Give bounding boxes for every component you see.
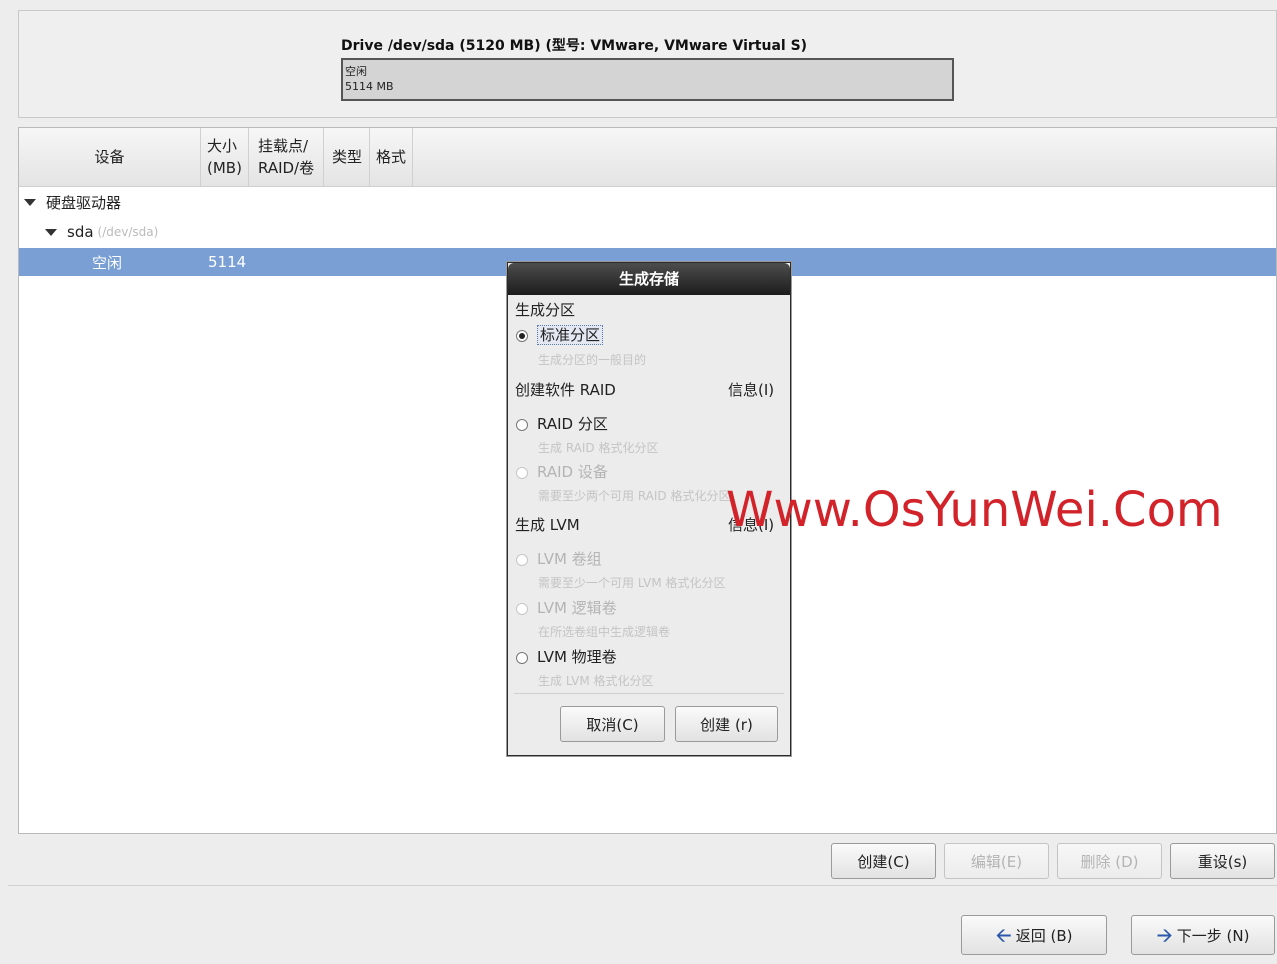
dialog-cancel-button[interactable]: 取消(C) bbox=[560, 706, 665, 742]
edit-button[interactable]: 编辑(E) bbox=[944, 843, 1049, 879]
radio-unselected-icon bbox=[516, 651, 528, 664]
back-button[interactable]: 🡨 返回 (B) bbox=[961, 915, 1107, 955]
drive-title: Drive /dev/sda (5120 MB) (型号: VMware, VM… bbox=[341, 38, 808, 54]
next-button[interactable]: 🡪 下一步 (N) bbox=[1131, 915, 1275, 955]
watermark: Www.OsYunWei.Com bbox=[726, 482, 1223, 538]
section-lvm: 生成 LVM bbox=[515, 516, 580, 534]
drive-bar-size: 5114 MB bbox=[345, 80, 394, 93]
radio-lvm-physical-volume[interactable]: LVM 物理卷 bbox=[516, 646, 617, 667]
arrow-right-icon: 🡪 bbox=[1156, 923, 1173, 947]
radio-disabled-icon bbox=[516, 466, 528, 479]
column-type[interactable]: 类型 bbox=[325, 128, 370, 186]
column-format[interactable]: 格式 bbox=[370, 128, 413, 186]
expander-down-icon[interactable] bbox=[24, 198, 36, 206]
column-mount[interactable]: 挂载点/RAID/卷 bbox=[250, 128, 324, 186]
radio-disabled-icon bbox=[516, 602, 528, 615]
column-device[interactable]: 设备 bbox=[19, 128, 201, 186]
section-create-partition: 生成分区 bbox=[515, 301, 576, 319]
radio-lvm-logical-volume[interactable]: LVM 逻辑卷 bbox=[516, 597, 617, 618]
expander-down-icon[interactable] bbox=[45, 228, 57, 236]
radio-unselected-icon bbox=[516, 418, 528, 431]
radio-disabled-icon bbox=[516, 553, 528, 566]
radio-selected-icon bbox=[516, 329, 528, 342]
delete-button[interactable]: 删除 (D) bbox=[1057, 843, 1162, 879]
arrow-left-icon: 🡨 bbox=[995, 923, 1012, 947]
table-header: 设备 大小 (MB) 挂载点/RAID/卷 类型 格式 bbox=[19, 128, 1276, 187]
divider bbox=[8, 885, 1277, 886]
dialog-create-button[interactable]: 创建 (r) bbox=[675, 706, 778, 742]
radio-raid-device[interactable]: RAID 设备 bbox=[516, 461, 608, 482]
section-software-raid: 创建软件 RAID bbox=[515, 381, 616, 399]
radio-standard-partition[interactable]: 标准分区 bbox=[516, 324, 604, 345]
drive-overview: Drive /dev/sda (5120 MB) (型号: VMware, VM… bbox=[18, 10, 1277, 118]
reset-button[interactable]: 重设(s) bbox=[1170, 843, 1275, 879]
desc-lvm-logical-volume: 在所选卷组中生成逻辑卷 bbox=[538, 625, 671, 639]
desc-lvm-physical-volume: 生成 LVM 格式化分区 bbox=[538, 674, 654, 688]
desc-lvm-volume-group: 需要至少一个可用 LVM 格式化分区 bbox=[538, 576, 726, 590]
dialog-title: 生成存储 bbox=[508, 263, 790, 295]
tree-row-hard-drives[interactable]: 硬盘驱动器 bbox=[19, 188, 1276, 216]
drive-free-space-bar[interactable]: 空闲 5114 MB bbox=[341, 58, 954, 101]
dialog-separator bbox=[514, 693, 784, 694]
radio-lvm-volume-group[interactable]: LVM 卷组 bbox=[516, 548, 602, 569]
column-size[interactable]: 大小 (MB) bbox=[201, 128, 249, 186]
radio-raid-partition[interactable]: RAID 分区 bbox=[516, 413, 608, 434]
desc-raid-partition: 生成 RAID 格式化分区 bbox=[538, 441, 659, 455]
raid-info-link[interactable]: 信息(I) bbox=[728, 379, 774, 400]
create-button[interactable]: 创建(C) bbox=[831, 843, 936, 879]
desc-raid-device: 需要至少两个可用 RAID 格式化分区 bbox=[538, 489, 731, 503]
tree-row-sda[interactable]: sda (/dev/sda) bbox=[19, 217, 1276, 247]
desc-standard-partition: 生成分区的一般目的 bbox=[538, 353, 647, 367]
